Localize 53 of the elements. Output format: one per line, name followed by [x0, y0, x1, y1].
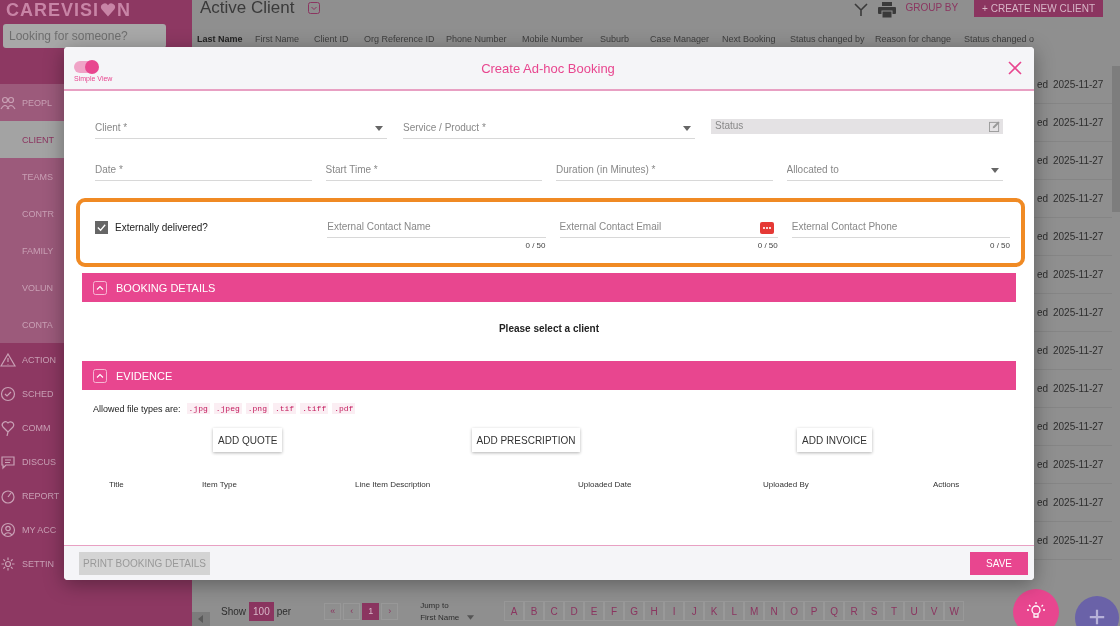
table-cell-text: 2025-11-27: [1053, 307, 1105, 318]
allowed-types-label: Allowed file types are:: [93, 403, 181, 414]
table-cell: ed: [1036, 535, 1048, 546]
checkbox-label: Externally delivered?: [115, 221, 208, 233]
character-counter: 0 / 50: [990, 241, 1010, 250]
table-cell-text: 2025-11-27: [1053, 459, 1105, 470]
table-cell-text: 2025-11-27: [1053, 269, 1105, 280]
file-type-tag: .tiff: [300, 403, 329, 414]
table-cell-text: 2025-11-27: [1053, 383, 1105, 394]
table-cell-text: 2025-11-27: [1053, 421, 1105, 432]
column-header: Uploaded By: [763, 480, 810, 489]
table-cell: ed: [1036, 79, 1048, 90]
column-header: Title: [109, 480, 125, 489]
section-title: BOOKING DETAILS: [116, 281, 216, 294]
table-cell-text: 2025-11-27: [1053, 79, 1105, 90]
page-title: Active Client: [200, 0, 295, 17]
table-cell-text: 2025-11-27: [1053, 345, 1105, 356]
table-cell: ed: [1036, 231, 1048, 242]
section-title: EVIDENCE: [116, 369, 173, 382]
empty-message: Please select a client: [498, 323, 600, 334]
character-counter: 0 / 50: [525, 241, 546, 250]
file-type-tag: .png: [245, 403, 269, 414]
file-type-tag: .jpg: [186, 403, 210, 414]
table-cell: ed: [1036, 117, 1048, 128]
column-header: Uploaded Date: [578, 480, 633, 489]
column-header: Actions: [933, 480, 961, 489]
per-label: per: [276, 605, 292, 617]
file-type-tag: .pdf: [332, 403, 356, 414]
table-cell-text: 2025-11-27: [1053, 535, 1105, 546]
table-cell-text: 2025-11-27: [1053, 231, 1105, 242]
column-header: Item Type: [202, 480, 238, 489]
file-type-tag: .jpeg: [213, 403, 242, 414]
table-cell: ed: [1036, 269, 1048, 280]
show-label: Show: [221, 605, 246, 617]
table-cell-text: 2025-11-27: [1053, 497, 1105, 508]
file-type-tag: .tif: [272, 403, 297, 414]
column-header: Line Item Description: [355, 480, 432, 489]
table-cell: ed: [1036, 193, 1048, 204]
logo-text: N: [117, 0, 132, 21]
table-cell: ed: [1036, 459, 1048, 470]
table-cell-text: 2025-11-27: [1053, 117, 1105, 128]
table-cell: ed: [1036, 345, 1048, 356]
table-cell: ed: [1036, 497, 1048, 508]
jump-label: Jump to: [420, 600, 450, 610]
table-cell: ed: [1036, 383, 1048, 394]
table-cell: ed: [1036, 155, 1048, 166]
table-cell: ed: [1036, 421, 1048, 432]
dialog-title: Create Ad-hoc Booking: [481, 60, 615, 76]
character-counter: 0 / 50: [757, 241, 778, 250]
logo-text: CAREVISI: [6, 0, 100, 21]
table-cell-text: 2025-11-27: [1053, 193, 1105, 204]
table-cell-text: 2025-11-27: [1053, 155, 1105, 166]
table-cell: ed: [1036, 307, 1048, 318]
